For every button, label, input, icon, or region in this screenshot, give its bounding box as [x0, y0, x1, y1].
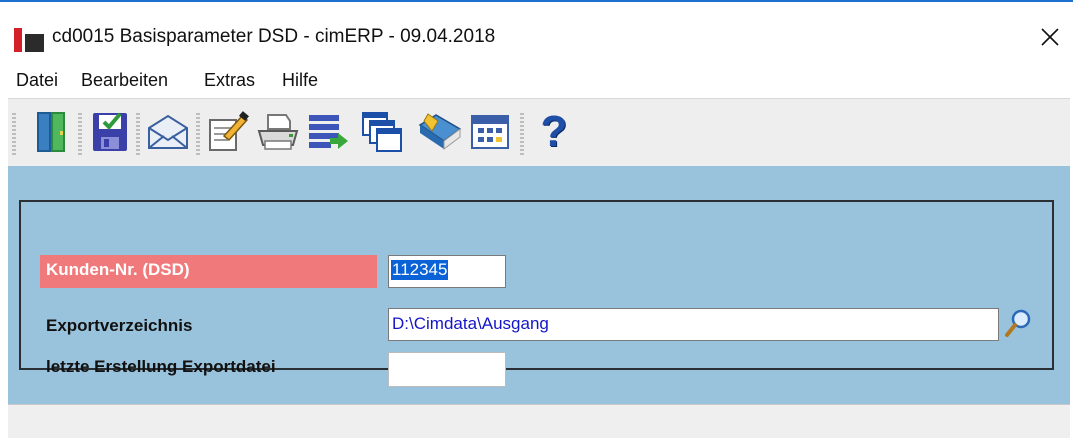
toolbar-separator — [78, 113, 82, 155]
export-dir-value: D:\Cimdata\Ausgang — [392, 314, 549, 333]
close-x-icon — [1041, 28, 1059, 46]
list-export-icon — [309, 115, 348, 149]
customer-no-input[interactable]: 112345 — [388, 255, 506, 288]
form-area: Kunden-Nr. (DSD) 112345 Exportverzeichni… — [8, 166, 1070, 404]
export-dir-input[interactable]: D:\Cimdata\Ausgang — [388, 308, 999, 341]
toolbar-separator — [520, 113, 524, 155]
save-button[interactable] — [88, 107, 132, 157]
customer-no-label: Kunden-Nr. (DSD) — [46, 260, 190, 279]
last-export-label: letzte Erstellung Exportdatei — [46, 357, 276, 376]
toolbar-separator — [196, 113, 200, 155]
help-button[interactable]: ? — [532, 107, 576, 157]
exit-door-icon — [37, 112, 65, 152]
mail-button[interactable] — [146, 107, 190, 157]
magnifier-search-icon — [1005, 309, 1031, 337]
menu-bar: Datei Bearbeiten Extras Hilfe — [0, 64, 1073, 98]
export-dir-label: Exportverzeichnis — [46, 316, 193, 335]
calendar-grid-icon — [471, 115, 509, 149]
menu-hilfe[interactable]: Hilfe — [282, 70, 318, 91]
book-tag-icon — [418, 113, 462, 150]
toolbar-separator — [136, 113, 140, 155]
status-bar — [8, 404, 1070, 438]
parameter-group: Kunden-Nr. (DSD) 112345 Exportverzeichni… — [19, 200, 1054, 387]
browse-button[interactable] — [1001, 306, 1035, 340]
help-icon: ? — [540, 107, 568, 156]
toolbar: ? — [8, 98, 1070, 167]
title-bar: cd0015 Basisparameter DSD - cimERP - 09.… — [0, 2, 1073, 64]
windows-button[interactable] — [360, 107, 404, 157]
print-button[interactable] — [256, 107, 300, 157]
toolbar-grip — [12, 113, 16, 155]
mail-envelope-icon — [148, 114, 188, 149]
menu-bearbeiten[interactable]: Bearbeiten — [81, 70, 168, 91]
last-export-input[interactable] — [388, 352, 506, 387]
windows-stack-icon — [362, 112, 402, 152]
exit-button[interactable] — [30, 107, 74, 157]
customer-no-value: 112345 — [391, 260, 449, 280]
cimerp-app-icon — [14, 28, 44, 52]
edit-notepad-icon — [209, 111, 249, 151]
window-title: cd0015 Basisparameter DSD - cimERP - 09.… — [52, 26, 496, 47]
close-button[interactable] — [1030, 18, 1070, 56]
printer-icon — [257, 114, 299, 150]
export-list-button[interactable] — [306, 107, 350, 157]
menu-datei[interactable]: Datei — [16, 70, 58, 91]
save-disk-icon — [93, 112, 127, 151]
edit-button[interactable] — [206, 107, 250, 157]
customer-no-label-box: Kunden-Nr. (DSD) — [40, 255, 377, 288]
app-window: cd0015 Basisparameter DSD - cimERP - 09.… — [0, 0, 1073, 438]
calendar-button[interactable] — [468, 107, 512, 157]
book-button[interactable] — [418, 107, 462, 157]
menu-extras[interactable]: Extras — [204, 70, 255, 91]
